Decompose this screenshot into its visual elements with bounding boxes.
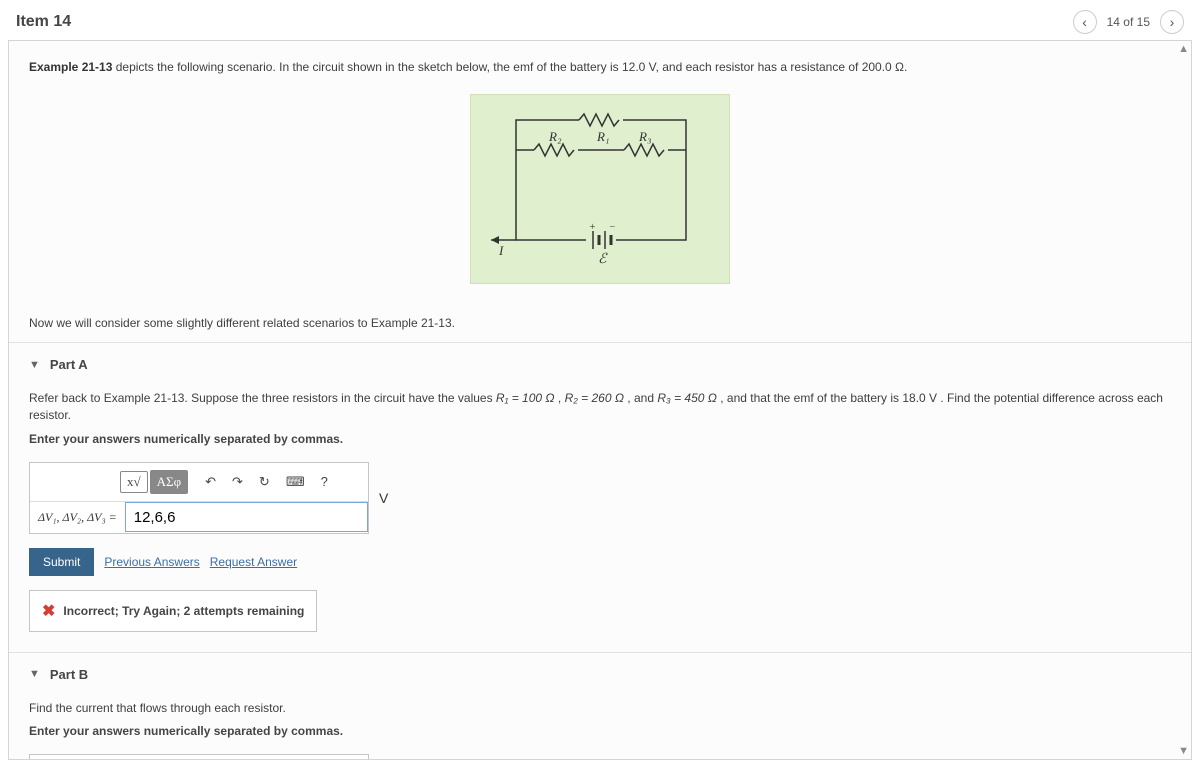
intro-text: Example 21-13 depicts the following scen… [29,60,907,74]
keyboard-button[interactable]: ⌨ [279,469,312,495]
scroll-up-icon[interactable]: ▲ [1178,43,1189,55]
part-a-heading[interactable]: ▼ Part A [29,357,1171,372]
part-a-label: Part A [50,357,88,372]
previous-answers-link[interactable]: Previous Answers [104,555,199,569]
prev-item-button[interactable]: ‹ [1073,10,1097,34]
part-b-block: ▼ Part B Find the current that flows thr… [9,652,1191,760]
feedback-text-a: Incorrect; Try Again; 2 attempts remaini… [63,604,304,618]
feedback-box-a: ✖ Incorrect; Try Again; 2 attempts remai… [29,590,317,632]
unit-a: V [369,490,394,506]
part-b-desc: Find the current that flows through each… [29,700,1171,717]
nav-count: 14 of 15 [1107,15,1150,29]
undo-button[interactable]: ↶ [198,469,223,495]
part-a-desc: Refer back to Example 21-13. Suppose the… [29,390,1171,424]
r1-label: R₁ [596,129,609,144]
sub-intro: Now we will consider some slightly diffe… [9,304,1191,342]
item-title: Item 14 [16,13,71,31]
circuit-figure: R₁ R₂ R₃ + − ℰ I [470,94,730,284]
part-a-instr: Enter your answers numerically separated… [29,432,1171,446]
answer-box-a: x√ ΑΣφ ↶ ↷ ↻ ⌨ ? ΔV₁, ΔV₂, ΔV₃ = [29,462,369,534]
item-nav: ‹ 14 of 15 › [1073,10,1184,34]
input-row-a: ΔV₁, ΔV₂, ΔV₃ = [30,502,368,533]
svg-text:−: − [609,222,616,233]
emf-label: ℰ [598,252,608,267]
submit-button-a[interactable]: Submit [29,548,94,576]
actions-a: Submit Previous Answers Request Answer [29,548,1171,576]
next-item-button[interactable]: › [1160,10,1184,34]
caret-down-icon: ▼ [29,359,40,371]
redo-button[interactable]: ↷ [225,469,250,495]
toolbar-b: x√ ΑΣφ ↶ ↷ ↻ ⌨ ? [30,755,368,760]
greek-button[interactable]: ΑΣφ [150,470,188,494]
part-b-instr: Enter your answers numerically separated… [29,724,1171,738]
example-ref: Example 21-13 [29,60,112,74]
input-label-a: ΔV₁, ΔV₂, ΔV₃ = [30,502,125,533]
problem-intro: Example 21-13 depicts the following scen… [9,41,1191,84]
caret-down-icon: ▼ [29,668,40,680]
reset-button[interactable]: ↻ [252,469,277,495]
scroll-down-icon[interactable]: ▼ [1178,745,1189,757]
answer-box-b: x√ ΑΣφ ↶ ↷ ↻ ⌨ ? [29,754,369,760]
svg-text:+: + [589,222,596,233]
part-b-heading[interactable]: ▼ Part B [29,667,1171,682]
r2-label: R₂ [548,129,562,144]
content-pane: ▲ ▼ Example 21-13 depicts the following … [8,40,1192,760]
answer-input-a[interactable] [125,502,368,532]
template-button[interactable]: x√ [120,471,148,493]
request-answer-link[interactable]: Request Answer [210,555,297,569]
help-button[interactable]: ? [314,469,335,494]
part-b-label: Part B [50,667,88,682]
current-label: I [498,243,504,258]
incorrect-icon: ✖ [42,601,55,621]
r3-label: R₃ [638,129,651,144]
circuit-figure-wrap: R₁ R₂ R₃ + − ℰ I [9,84,1191,304]
part-a-block: ▼ Part A Refer back to Example 21-13. Su… [9,342,1191,652]
toolbar-a: x√ ΑΣφ ↶ ↷ ↻ ⌨ ? [30,463,368,502]
page-header: Item 14 ‹ 14 of 15 › [0,0,1200,40]
